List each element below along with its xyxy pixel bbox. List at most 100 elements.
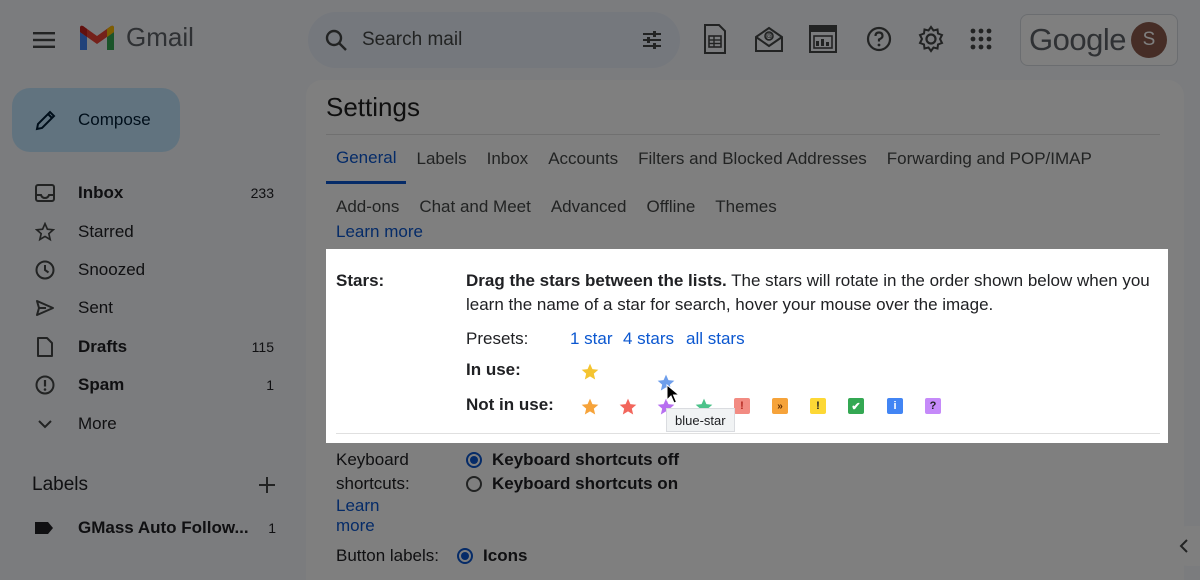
settings-tabs-row-1: General Labels Inbox Accounts Filters an… [326, 134, 1102, 184]
radio-shortcuts-on[interactable]: Keyboard shortcuts on [466, 472, 766, 496]
button-labels-setting: Button labels: Icons [336, 546, 527, 566]
add-label-icon[interactable] [258, 476, 276, 494]
help-icon[interactable] [862, 22, 896, 56]
search-input[interactable]: Search mail [362, 29, 640, 51]
radio-label: Icons [483, 546, 528, 565]
tab-advanced[interactable]: Advanced [541, 182, 637, 232]
orange-guillemet-icon[interactable]: » [772, 398, 788, 414]
main-menu-icon[interactable] [24, 22, 64, 58]
keyboard-learn-more-link[interactable]: Learn more [336, 496, 379, 536]
clock-icon [34, 259, 56, 281]
keyboard-options: Keyboard shortcuts off Keyboard shortcut… [466, 448, 766, 496]
search-icon[interactable] [324, 28, 348, 52]
account-switcher[interactable]: Google S [1020, 14, 1178, 66]
tab-filters[interactable]: Filters and Blocked Addresses [628, 134, 877, 184]
labels-heading: Labels [32, 474, 88, 495]
radio-button[interactable] [466, 452, 482, 468]
stars-description-bold: Drag the stars between the lists. [466, 271, 727, 290]
stars-setting-highlight: Stars: Drag the stars between the lists.… [326, 249, 1168, 443]
dashboard-icon[interactable] [806, 22, 840, 56]
google-wordmark: Google [1029, 22, 1126, 57]
purple-question-icon[interactable]: ? [925, 398, 941, 414]
search-bar[interactable]: Search mail [308, 12, 680, 68]
settings-gear-icon[interactable] [914, 22, 948, 56]
svg-text:@: @ [765, 34, 772, 41]
label-tag-icon [35, 522, 53, 534]
avatar[interactable]: S [1131, 22, 1167, 58]
green-check-icon[interactable]: ✔ [848, 398, 864, 414]
compose-label: Compose [78, 110, 151, 129]
learn-more-link[interactable]: Learn more [336, 222, 423, 242]
sidebar-item-label: Snoozed [78, 259, 146, 279]
tab-themes[interactable]: Themes [705, 182, 786, 232]
unread-count: 233 [250, 185, 274, 202]
yellow-star-icon[interactable] [580, 362, 600, 382]
presets-label: Presets: [466, 329, 529, 348]
stars-description: Drag the stars between the lists. The st… [466, 269, 1166, 317]
chevron-left-icon [1179, 539, 1188, 553]
search-options-icon[interactable] [640, 28, 664, 52]
apps-grid-icon[interactable] [964, 22, 998, 56]
tab-offline[interactable]: Offline [636, 182, 705, 232]
gmail-logo[interactable]: Gmail [78, 22, 194, 53]
not-in-use-label: Not in use: [466, 395, 554, 414]
stars-setting-label: Stars: [336, 271, 385, 290]
setting-label: Button labels: [336, 546, 440, 565]
chevron-down-icon [34, 413, 56, 435]
app-name: Gmail [126, 22, 194, 52]
preset-1-star[interactable]: 1 star [570, 329, 613, 349]
radio-label: Keyboard shortcuts on [492, 474, 679, 493]
setting-label: Keyboard shortcuts: [336, 450, 410, 493]
send-icon [34, 297, 56, 319]
unread-count: 1 [266, 377, 274, 394]
sidebar-item-label: Inbox [78, 183, 124, 203]
gmail-m-icon [80, 25, 114, 50]
radio-shortcuts-off[interactable]: Keyboard shortcuts off [466, 448, 766, 472]
sidebar-item-label: Starred [78, 221, 134, 241]
sidebar-item-label: Drafts [78, 336, 128, 356]
radio-button[interactable] [457, 548, 474, 564]
star-outline-icon [34, 221, 56, 243]
radio-label: Keyboard shortcuts off [492, 450, 680, 469]
mouse-cursor-icon [666, 384, 680, 404]
tab-general[interactable]: General [326, 134, 407, 184]
sidebar-item-label: Sent [78, 298, 113, 318]
sidebar-item-drafts[interactable]: Drafts 115 [0, 328, 290, 366]
sidebar-item-label: More [78, 413, 117, 433]
tab-accounts[interactable]: Accounts [538, 134, 628, 184]
red-bang-icon[interactable]: ! [734, 398, 750, 414]
sidebar-item-more[interactable]: More [0, 404, 290, 442]
sidebar-label-gmass[interactable]: GMass Auto Follow... 1 [34, 518, 276, 538]
compose-button[interactable]: Compose [12, 88, 180, 152]
pencil-icon [35, 110, 56, 131]
tab-forwarding[interactable]: Forwarding and POP/IMAP [877, 134, 1102, 184]
labels-section-header: Labels [32, 474, 276, 496]
yellow-bang-icon[interactable]: ! [810, 398, 826, 414]
sidebar-item-label: Spam [78, 375, 125, 395]
orange-star-icon[interactable] [580, 397, 600, 417]
section-divider [336, 433, 1160, 434]
red-star-icon[interactable] [618, 397, 638, 417]
preset-4-stars[interactable]: 4 stars [623, 329, 674, 349]
preset-all-stars[interactable]: all stars [686, 329, 745, 349]
sidebar-item-starred[interactable]: Starred [0, 212, 290, 250]
inbox-icon [34, 182, 56, 204]
spreadsheet-addon-icon[interactable] [698, 22, 732, 56]
sidebar-item-spam[interactable]: Spam 1 [0, 366, 290, 404]
page-title: Settings [326, 92, 420, 122]
blue-info-icon[interactable]: i [887, 398, 903, 414]
email-tracking-icon[interactable]: @ [752, 22, 786, 56]
tab-labels[interactable]: Labels [406, 134, 476, 184]
label-name: GMass Auto Follow... [78, 518, 249, 537]
tab-inbox[interactable]: Inbox [477, 134, 539, 184]
radio-button[interactable] [466, 476, 482, 492]
sidebar-nav: Inbox 233 Starred Snoozed Sent Drafts 11… [0, 174, 290, 443]
unread-count: 115 [251, 338, 274, 355]
sidebar-item-inbox[interactable]: Inbox 233 [0, 174, 290, 212]
sidebar-item-snoozed[interactable]: Snoozed [0, 251, 290, 289]
sidebar-item-sent[interactable]: Sent [0, 289, 290, 327]
tab-chat-meet[interactable]: Chat and Meet [409, 182, 541, 232]
side-panel-toggle[interactable] [1168, 526, 1200, 566]
spam-icon [34, 374, 56, 396]
draft-icon [34, 336, 56, 358]
